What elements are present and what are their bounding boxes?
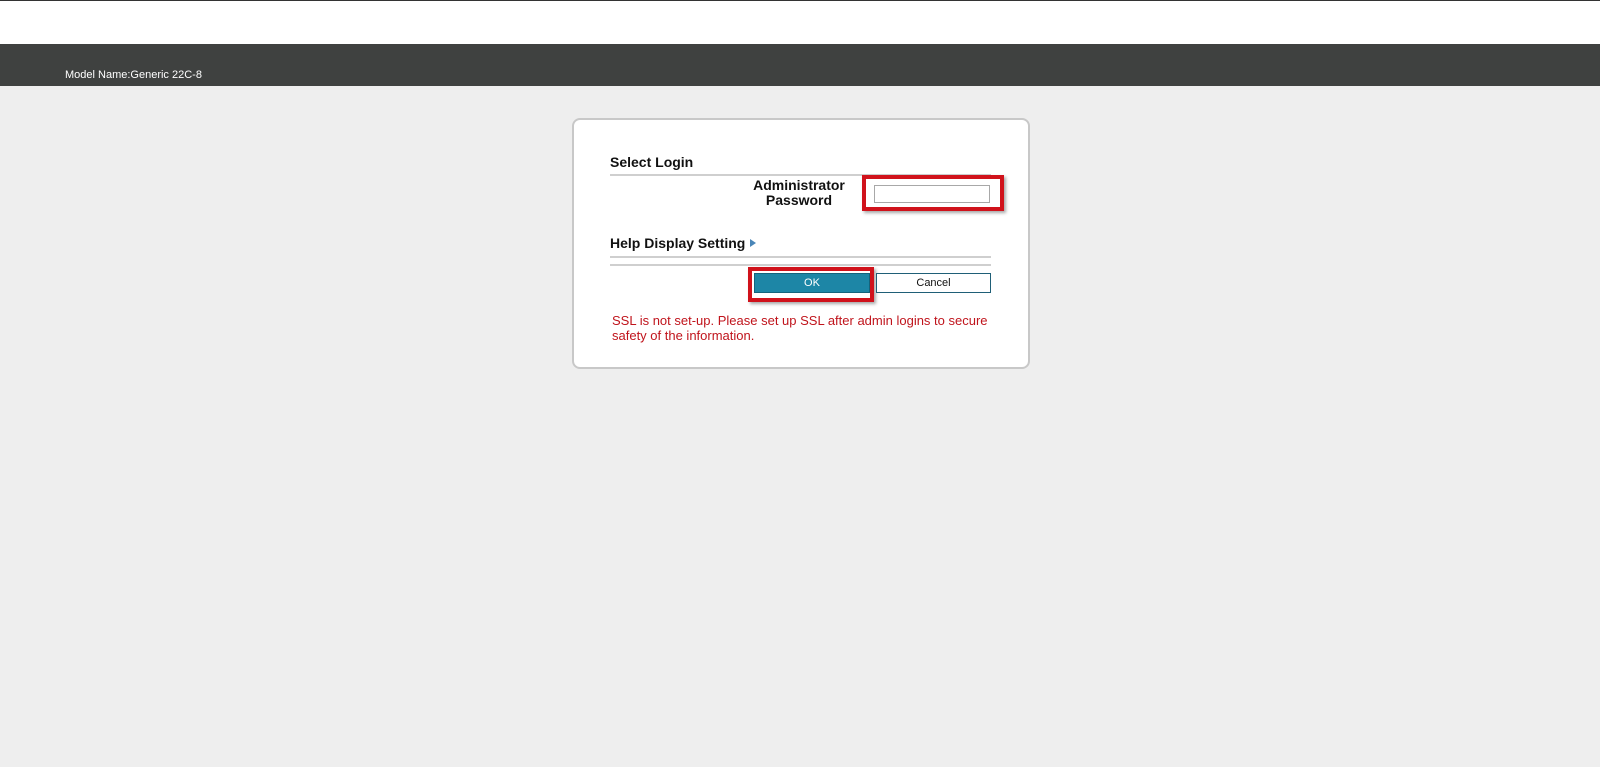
password-label-line1: Administrator bbox=[753, 177, 845, 193]
triangle-right-icon bbox=[750, 239, 757, 248]
ssl-warning-message: SSL is not set-up. Please set up SSL aft… bbox=[612, 313, 988, 343]
ok-button[interactable]: OK bbox=[754, 273, 870, 293]
top-strip bbox=[0, 0, 1600, 44]
login-panel: Select Login Administrator Password Help… bbox=[572, 118, 1030, 369]
header-bar: Model Name:Generic 22C-8 bbox=[0, 44, 1600, 86]
help-display-setting-link[interactable]: Help Display Setting bbox=[610, 235, 757, 251]
divider bbox=[610, 264, 991, 266]
administrator-password-input[interactable] bbox=[874, 185, 990, 203]
password-label-line2: Password bbox=[765, 192, 833, 208]
cancel-button[interactable]: Cancel bbox=[876, 273, 991, 293]
administrator-password-label: Administrator Password bbox=[744, 178, 854, 208]
help-display-setting-label: Help Display Setting bbox=[610, 235, 746, 251]
select-login-title: Select Login bbox=[610, 154, 694, 170]
model-name: Model Name:Generic 22C-8 bbox=[65, 69, 202, 81]
divider bbox=[610, 256, 991, 258]
